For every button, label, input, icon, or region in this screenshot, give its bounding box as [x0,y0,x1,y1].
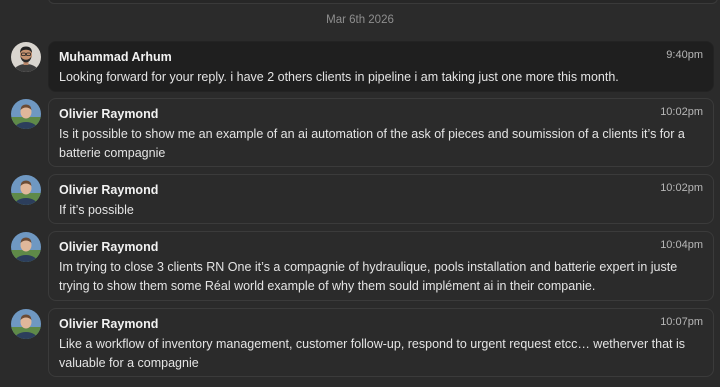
message-timestamp: 10:02pm [660,106,703,118]
avatar[interactable] [11,232,41,262]
sender-name[interactable]: Olivier Raymond [59,183,158,197]
message-timestamp: 9:40pm [666,49,703,61]
message-text: Is it possible to show me an example of … [59,127,685,160]
message-bubble[interactable]: Olivier Raymond 10:02pm If it’s possible [48,174,714,224]
message-text: Looking forward for your reply. i have 2… [59,70,619,84]
user-avatar-icon [11,232,41,262]
message-bubble[interactable]: Muhammad Arhum 9:40pm Looking forward fo… [48,41,714,92]
sender-name[interactable]: Olivier Raymond [59,240,158,254]
user-avatar-icon [11,99,41,129]
avatar[interactable] [11,175,41,205]
message-timestamp: 10:04pm [660,239,703,251]
date-separator: Mar 6th 2026 [326,14,394,26]
user-avatar-icon [11,42,41,72]
sender-name[interactable]: Muhammad Arhum [59,50,172,64]
avatar[interactable] [11,99,41,129]
message-bubble[interactable]: Olivier Raymond 10:07pm Like a workflow … [48,308,714,377]
message-bubble[interactable]: Olivier Raymond 10:02pm Is it possible t… [48,98,714,167]
user-avatar-icon [11,175,41,205]
message-text: Im trying to close 3 clients RN One it’s… [59,260,678,293]
sender-name[interactable]: Olivier Raymond [59,317,158,331]
message-thread: Mar 6th 2026 Muhammad Arhum 9:40pm Looki… [0,0,720,387]
sender-name[interactable]: Olivier Raymond [59,107,158,121]
message-bubble[interactable]: Olivier Raymond 10:04pm Im trying to clo… [48,231,714,301]
message-timestamp: 10:07pm [660,316,703,328]
message-timestamp: 10:02pm [660,182,703,194]
message-text: If it’s possible [59,203,134,217]
message-text: Like a workflow of inventory management,… [59,337,685,370]
user-avatar-icon [11,309,41,339]
previous-message-bubble [48,0,718,4]
avatar[interactable] [11,42,41,72]
avatar[interactable] [11,309,41,339]
